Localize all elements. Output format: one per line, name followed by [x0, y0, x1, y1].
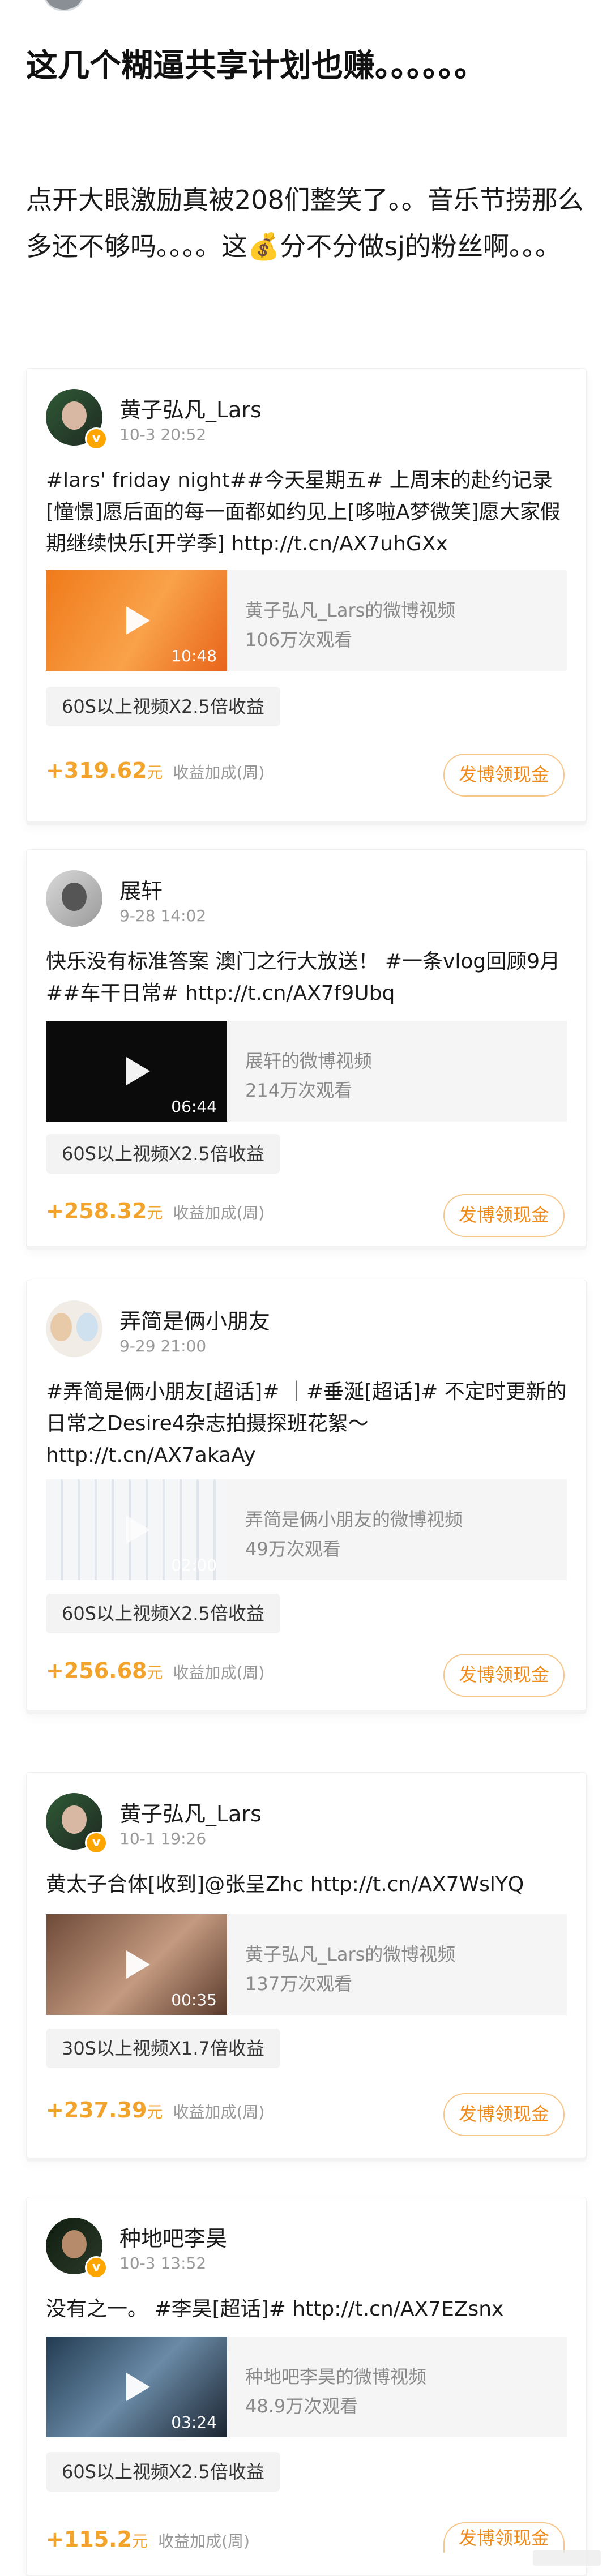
video-duration: 02:00 — [171, 1556, 217, 1574]
post-text[interactable]: #弄简是俩小朋友[超话]# ｜#垂涎[超话]# 不定时更新的日常之Desire4… — [46, 1376, 578, 1471]
video-duration: 10:48 — [171, 647, 217, 665]
earnings-note: 收益加成(周) — [173, 2103, 265, 2121]
post-time: 9-28 14:02 — [119, 906, 207, 925]
video-thumbnail[interactable]: 03:24 — [46, 2337, 227, 2437]
post-time: 10-3 20:52 — [119, 425, 207, 444]
author-name[interactable]: 展轩 — [119, 874, 163, 905]
video-title: 展轩的微博视频 — [245, 1050, 373, 1072]
earnings-note: 收益加成(周) — [173, 1204, 265, 1222]
earnings-amount: +319.62 — [46, 758, 147, 783]
play-icon[interactable] — [126, 606, 150, 635]
avatar[interactable] — [46, 870, 102, 927]
post-time: 10-1 19:26 — [119, 1829, 207, 1848]
post-time: 9-29 21:00 — [119, 1337, 207, 1355]
post-for-cash-button[interactable]: 发博领现金 — [443, 2093, 565, 2136]
video-thumbnail[interactable]: 10:48 — [46, 570, 227, 671]
video-card[interactable]: 02:00 弄简是俩小朋友的微博视频 49万次观看 — [46, 1479, 567, 1580]
post-title: 这几个糊逼共享计划也赚。。。。。。 — [26, 48, 486, 84]
post-text[interactable]: 快乐没有标准答案 澳门之行大放送！ #一条vlog回顾9月##车干日常# htt… — [46, 946, 578, 1009]
earnings-unit: 元 — [132, 2532, 148, 2551]
play-icon[interactable] — [126, 1950, 150, 1979]
video-duration: 06:44 — [171, 1097, 217, 1116]
earnings-amount: +237.39 — [46, 2098, 147, 2123]
post-text[interactable]: #lars' friday night##今天星期五# 上周末的赴约记录[憧憬]… — [46, 465, 578, 560]
reward-card[interactable]: 展轩 9-28 14:02 快乐没有标准答案 澳门之行大放送！ #一条vlog回… — [26, 849, 587, 1247]
earnings-row: +237.39元 收益加成(周) — [46, 2098, 264, 2123]
video-title: 种地吧李昊的微博视频 — [245, 2366, 427, 2387]
video-views: 49万次观看 — [245, 1538, 341, 1560]
earnings-amount: +115.2 — [46, 2527, 133, 2552]
video-thumbnail[interactable]: 02:00 — [46, 1479, 227, 1580]
play-icon[interactable] — [126, 1516, 150, 1544]
video-title: 弄简是俩小朋友的微博视频 — [245, 1509, 463, 1530]
watermark — [533, 2550, 601, 2566]
verified-badge-icon: v — [85, 1832, 108, 1854]
earnings-amount: +256.68 — [46, 1658, 147, 1683]
play-icon[interactable] — [126, 1057, 150, 1085]
post-for-cash-button[interactable]: 发博领现金 — [443, 754, 565, 797]
earnings-unit: 元 — [147, 1663, 163, 1682]
reward-tag: 30S以上视频X1.7倍收益 — [46, 2029, 280, 2068]
video-views: 106万次观看 — [245, 629, 353, 651]
video-views: 137万次观看 — [245, 1973, 353, 1995]
video-duration: 03:24 — [171, 2413, 217, 2432]
author-name[interactable]: 黄子弘凡_Lars — [119, 1796, 262, 1828]
post-for-cash-button[interactable]: 发博领现金 — [443, 1194, 565, 1237]
post-time: 10-3 13:52 — [119, 2254, 207, 2273]
post-text[interactable]: 黄太子合体[收到]@张呈Zhc http://t.cn/AX7WslYQ — [46, 1869, 578, 1901]
earnings-amount: +258.32 — [46, 1199, 147, 1223]
reward-tag: 60S以上视频X2.5倍收益 — [46, 1594, 280, 1633]
video-views: 48.9万次观看 — [245, 2395, 358, 2417]
reward-card[interactable]: v 黄子弘凡_Lars 10-3 20:52 #lars' friday nig… — [26, 368, 587, 822]
video-card[interactable]: 03:24 种地吧李昊的微博视频 48.9万次观看 — [46, 2337, 567, 2437]
video-title: 黄子弘凡_Lars的微博视频 — [245, 600, 456, 621]
author-name[interactable]: 黄子弘凡_Lars — [119, 392, 262, 423]
earnings-unit: 元 — [147, 763, 163, 782]
play-icon[interactable] — [126, 2373, 150, 2401]
post-body-text-2: 分不分做sj的粉丝啊。。。 — [280, 231, 562, 262]
video-duration: 00:35 — [171, 1991, 217, 2009]
earnings-note: 收益加成(周) — [158, 2532, 250, 2551]
author-name[interactable]: 种地吧李昊 — [119, 2221, 227, 2252]
video-card[interactable]: 10:48 黄子弘凡_Lars的微博视频 106万次观看 — [46, 570, 567, 671]
post-for-cash-button[interactable]: 发博领现金 — [443, 2522, 565, 2553]
video-card[interactable]: 06:44 展轩的微博视频 214万次观看 — [46, 1021, 567, 1122]
verified-badge-icon: v — [85, 2256, 108, 2279]
reward-tag: 60S以上视频X2.5倍收益 — [46, 2452, 280, 2492]
reward-tag: 60S以上视频X2.5倍收益 — [46, 1134, 280, 1174]
earnings-unit: 元 — [147, 2103, 163, 2121]
video-thumbnail[interactable]: 00:35 — [46, 1914, 227, 2015]
verified-badge-icon: v — [85, 427, 108, 450]
earnings-row: +115.2元 收益加成(周) — [46, 2527, 250, 2552]
earnings-row: +256.68元 收益加成(周) — [46, 1658, 264, 1683]
post-for-cash-button[interactable]: 发博领现金 — [443, 1654, 565, 1697]
video-views: 214万次观看 — [245, 1080, 353, 1101]
video-card[interactable]: 00:35 黄子弘凡_Lars的微博视频 137万次观看 — [46, 1914, 567, 2015]
post-text[interactable]: 没有之一。 #李昊[超话]# http://t.cn/AX7EZsnx — [46, 2293, 578, 2325]
earnings-note: 收益加成(周) — [173, 1663, 265, 1682]
author-avatar[interactable] — [44, 0, 84, 11]
avatar[interactable] — [46, 1300, 102, 1357]
earnings-unit: 元 — [147, 1204, 163, 1222]
money-bag-emoji: 💰 — [247, 231, 280, 262]
video-thumbnail[interactable]: 06:44 — [46, 1021, 227, 1122]
video-title: 黄子弘凡_Lars的微博视频 — [245, 1944, 456, 1965]
earnings-row: +319.62元 收益加成(周) — [46, 758, 264, 783]
earnings-row: +258.32元 收益加成(周) — [46, 1199, 264, 1223]
author-name[interactable]: 弄简是俩小朋友 — [119, 1304, 270, 1335]
reward-tag: 60S以上视频X2.5倍收益 — [46, 687, 280, 726]
post-body: 点开大眼激励真被208们整笑了。。音乐节捞那么多还不够吗。。。。这💰分不分做sj… — [26, 177, 587, 269]
reward-card[interactable]: v 种地吧李昊 10-3 13:52 没有之一。 #李昊[超话]# http:/… — [26, 2197, 587, 2576]
earnings-note: 收益加成(周) — [173, 763, 265, 782]
reward-card[interactable]: 弄简是俩小朋友 9-29 21:00 #弄简是俩小朋友[超话]# ｜#垂涎[超话… — [26, 1280, 587, 1711]
reward-card[interactable]: v 黄子弘凡_Lars 10-1 19:26 黄太子合体[收到]@张呈Zhc h… — [26, 1772, 587, 2158]
